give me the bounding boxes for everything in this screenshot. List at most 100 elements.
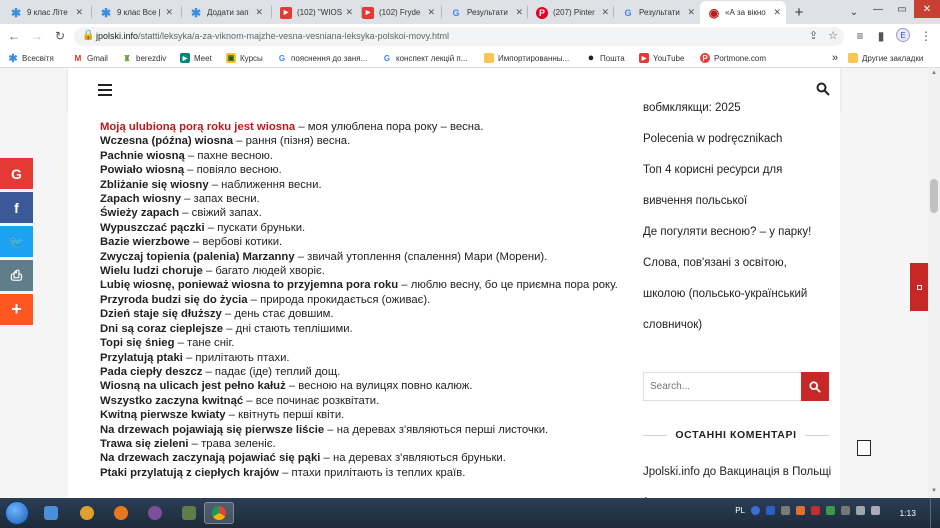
language-indicator[interactable]: PL (735, 506, 745, 515)
url-text[interactable]: jpolski.info/statti/leksyka/a-za-viknom-… (96, 31, 449, 41)
reading-list-icon[interactable]: ≡ (852, 28, 868, 44)
bookmark-item[interactable]: ✱ Всесвітя (8, 52, 53, 65)
tab-title: 9 клас Все | (117, 8, 161, 17)
tab-close-icon[interactable]: ✕ (601, 7, 609, 18)
clock[interactable]: 1:13 (899, 508, 916, 518)
tab-close-icon[interactable]: ✕ (515, 7, 523, 18)
minimize-button[interactable]: — (866, 0, 890, 18)
side-panel-icon[interactable]: ▮ (873, 28, 889, 44)
tab-favicon-icon: ✱ (10, 5, 22, 20)
browser-tab[interactable]: ✱ 9 клас Літе ✕ (2, 1, 88, 24)
bookmark-item[interactable]: Gпояснення до заня... (277, 52, 367, 64)
browser-tab[interactable]: ▶ (102) Fryde ✕ (354, 1, 440, 24)
tab-close-icon[interactable]: ✕ (773, 7, 781, 18)
sidebar-link[interactable]: Слова, пов'язані з освітою, школою (поль… (643, 248, 831, 341)
sidebar-link[interactable]: Топ 4 корисні ресурси для вивчення польс… (643, 155, 813, 217)
bookmarks-overflow-button[interactable]: » (832, 52, 838, 64)
polish-phrase: Zwyczaj topienia (palenia) Marzanny (100, 250, 295, 263)
vocab-line: Świeży zapach – свіжий запах. (100, 206, 620, 220)
scroll-down-icon[interactable]: ▼ (931, 488, 937, 494)
browser-tab[interactable]: G Результати ✕ (442, 1, 528, 24)
search-icon[interactable] (816, 82, 830, 96)
google-icon: G (278, 53, 286, 63)
tab-close-icon[interactable]: ✕ (165, 7, 173, 18)
floating-side-button[interactable] (910, 263, 928, 311)
tab-search-button[interactable]: ⌄ (845, 3, 863, 21)
taskbar-app[interactable] (140, 502, 170, 524)
polish-phrase: Przylatują ptaki (100, 351, 183, 364)
scroll-up-icon[interactable]: ▲ (931, 70, 937, 76)
search-input[interactable] (644, 373, 800, 400)
sidebar-link[interactable]: Polecenia w podręcznikach (643, 124, 833, 155)
comment-link[interactable]: Jpolski.info до Вакцинація в Польщі (кал… (643, 457, 833, 498)
browser-tab[interactable]: ✱ 9 клас Все | ✕ (92, 1, 178, 24)
taskbar-app[interactable] (174, 502, 204, 524)
taskbar-app-active[interactable] (204, 502, 234, 524)
more-share-icon[interactable]: + (0, 294, 33, 325)
article-body: Moją ulubioną porą roku jest wiosna – мо… (100, 120, 620, 480)
bookmark-item[interactable]: Gконспект лекцій п... (382, 52, 468, 64)
tray-app-icon[interactable] (841, 506, 850, 515)
bookmark-item[interactable]: ● Пошта (586, 52, 625, 64)
bookmark-item[interactable]: ♜ berezdiv (122, 52, 166, 64)
sidebar-link-cut[interactable]: вобмклякщи: 2025 (643, 102, 741, 114)
back-button[interactable]: ← (6, 28, 22, 44)
lock-icon[interactable]: 🔒 (82, 30, 94, 41)
bookmark-item[interactable]: ▶ YouTube (639, 52, 684, 64)
tray-app-icon[interactable] (826, 506, 835, 515)
tab-close-icon[interactable]: ✕ (75, 7, 83, 18)
browser-tab-active[interactable]: ◉ «А за вікно ✕ (700, 1, 786, 24)
browser-tab[interactable]: ✱ Додати зап ✕ (182, 1, 268, 24)
ukrainian-translation: – дні стають теплішими. (223, 322, 353, 335)
help-icon[interactable] (751, 506, 760, 515)
search-button[interactable] (801, 372, 829, 401)
bookmark-item[interactable]: ▣ Курсы (226, 52, 263, 64)
bluetooth-icon[interactable] (766, 506, 775, 515)
show-desktop-button[interactable] (930, 498, 940, 528)
bookmark-item[interactable]: P Portmone.com (700, 52, 766, 64)
bookmark-item[interactable]: M Gmail (73, 52, 108, 64)
new-tab-button[interactable]: + (789, 2, 809, 22)
tab-close-icon[interactable]: ✕ (345, 7, 353, 18)
tab-close-icon[interactable]: ✕ (687, 7, 695, 18)
taskbar-app[interactable] (106, 502, 136, 524)
other-bookmarks-folder[interactable]: Другие закладки (848, 52, 923, 64)
bookmark-star-icon[interactable]: ☆ (828, 29, 838, 42)
close-window-button[interactable]: ✕ (914, 0, 940, 18)
address-bar[interactable]: 🔒 jpolski.info/statti/leksyka/a-za-vikno… (74, 27, 844, 46)
ukrainian-translation: – день стає довшим. (221, 308, 334, 321)
google-share-icon[interactable]: G (0, 158, 33, 189)
bookmark-folder[interactable]: ▬ Импортированны... (484, 52, 569, 64)
start-button[interactable] (5, 501, 29, 525)
hamburger-menu-icon[interactable] (98, 84, 112, 96)
tab-close-icon[interactable]: ✕ (427, 7, 435, 18)
maximize-button[interactable]: ▭ (890, 0, 914, 18)
volume-icon[interactable] (871, 506, 880, 515)
tray-app-icon[interactable] (811, 506, 820, 515)
browser-tab[interactable]: P (207) Pinter ✕ (528, 1, 614, 24)
share-icon[interactable]: ⇪ (809, 29, 818, 42)
facebook-share-icon[interactable]: f (0, 192, 33, 223)
twitter-share-icon[interactable]: 🐦 (0, 226, 33, 257)
browser-tab[interactable]: ▶ (102) "WIOS ✕ (272, 1, 358, 24)
taskbar-app[interactable] (36, 502, 66, 524)
bookmark-item[interactable]: ▶ Meet (180, 52, 212, 64)
menu-icon[interactable]: ⋮ (918, 28, 934, 44)
polish-phrase: Dzień staje się dłuższy (100, 308, 222, 321)
tray-app-icon[interactable] (781, 506, 790, 515)
search-icon (809, 380, 821, 393)
tab-close-icon[interactable]: ✕ (255, 7, 263, 18)
taskbar-app[interactable] (72, 502, 102, 524)
scrollbar-thumb[interactable] (930, 179, 938, 213)
profile-avatar[interactable]: E (896, 28, 910, 42)
network-icon[interactable] (856, 506, 865, 515)
browser-tab[interactable]: G Результати ✕ (614, 1, 700, 24)
tray-app-icon[interactable] (796, 506, 805, 515)
page-scrollbar[interactable]: ▲ ▼ (928, 68, 940, 498)
ukrainian-translation: – прилітають птахи. (182, 351, 290, 364)
print-share-icon[interactable]: ⎙ (0, 260, 33, 291)
forward-button[interactable]: → (29, 28, 45, 44)
sidebar-link[interactable]: Де погуляти весною? – у парку! (643, 217, 833, 248)
floating-checkbox[interactable] (857, 440, 871, 456)
reload-button[interactable]: ↻ (52, 28, 68, 44)
